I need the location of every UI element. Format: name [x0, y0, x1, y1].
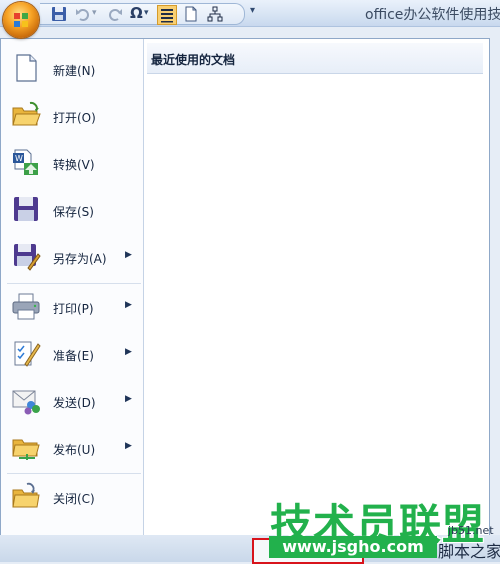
menu-item-convert[interactable]: W 转换(V)	[7, 141, 141, 185]
recent-documents-panel: 最近使用的文档	[147, 43, 483, 529]
office-logo-icon	[14, 13, 28, 27]
quick-access-toolbar: ▾ Ω ▾	[40, 3, 245, 25]
printer-icon	[12, 293, 40, 320]
menu-item-label: 转换(V)	[53, 158, 95, 172]
menu-item-print[interactable]: 打印(P) ▶	[7, 285, 141, 329]
office-button[interactable]	[3, 2, 39, 38]
send-icon	[12, 390, 40, 415]
recent-documents-title: 最近使用的文档	[151, 53, 236, 67]
svg-text:W: W	[15, 154, 23, 163]
menu-item-send[interactable]: 发送(D) ▶	[7, 379, 141, 423]
submenu-arrow-icon: ▶	[125, 250, 132, 260]
submenu-arrow-icon: ▶	[125, 347, 132, 357]
customize-toolbar-icon[interactable]: ▾	[250, 5, 255, 16]
window-title: office办公软件使用技	[365, 7, 500, 23]
menu-separator	[7, 283, 141, 284]
omega-symbol-icon[interactable]: Ω	[130, 4, 143, 22]
menu-item-save[interactable]: 保存(S)	[7, 188, 141, 232]
submenu-arrow-icon: ▶	[125, 441, 132, 451]
open-folder-icon	[12, 101, 41, 126]
redo-icon[interactable]	[106, 5, 124, 23]
menu-item-prepare[interactable]: 准备(E) ▶	[7, 332, 141, 376]
menu-item-label: 准备(E)	[53, 349, 94, 363]
watermark-site: jb51.net	[448, 524, 494, 537]
prepare-icon	[14, 341, 41, 367]
submenu-arrow-icon: ▶	[125, 300, 132, 310]
save-disk-icon	[14, 197, 38, 221]
menu-item-label: 打印(P)	[53, 302, 94, 316]
new-document-icon	[16, 54, 37, 82]
menu-commands: 新建(N) 打开(O) W 转换(V) 保存(S) 另存为(A) ▶ 打印(P)…	[1, 39, 144, 535]
watermark-url: www.jsgho.com	[269, 536, 437, 558]
undo-dropdown-icon[interactable]: ▾	[92, 8, 97, 18]
office-menu: 新建(N) 打开(O) W 转换(V) 保存(S) 另存为(A) ▶ 打印(P)…	[0, 38, 490, 536]
align-text-icon[interactable]	[157, 5, 177, 25]
new-page-icon[interactable]	[182, 5, 200, 23]
menu-item-close[interactable]: 关闭(C)	[7, 475, 141, 519]
save-icon[interactable]	[50, 5, 68, 23]
watermark-home-text: 脚本之家	[438, 542, 500, 561]
save-as-icon	[14, 244, 41, 271]
convert-icon: W	[13, 149, 38, 175]
publish-icon	[12, 439, 40, 460]
menu-item-label: 关闭(C)	[53, 492, 95, 506]
menu-item-publish[interactable]: 发布(U) ▶	[7, 426, 141, 470]
menu-separator	[7, 473, 141, 474]
menu-item-label: 发送(D)	[53, 396, 96, 410]
title-bar: ▾ Ω ▾ ▾ office办公软件使用技	[0, 0, 500, 27]
menu-item-label: 另存为(A)	[53, 252, 107, 266]
org-chart-icon[interactable]	[206, 5, 224, 23]
menu-item-label: 打开(O)	[53, 111, 96, 125]
menu-item-label: 发布(U)	[53, 443, 96, 457]
menu-item-label: 保存(S)	[53, 205, 94, 219]
submenu-arrow-icon: ▶	[125, 394, 132, 404]
close-folder-icon	[12, 482, 40, 508]
menu-item-new[interactable]: 新建(N)	[7, 47, 141, 91]
undo-icon[interactable]	[74, 5, 92, 23]
menu-item-save-as[interactable]: 另存为(A) ▶	[7, 235, 141, 279]
menu-item-open[interactable]: 打开(O)	[7, 94, 141, 138]
recent-documents-header: 最近使用的文档	[147, 43, 483, 74]
symbol-dropdown-icon[interactable]: ▾	[144, 8, 149, 18]
menu-item-label: 新建(N)	[53, 64, 96, 78]
